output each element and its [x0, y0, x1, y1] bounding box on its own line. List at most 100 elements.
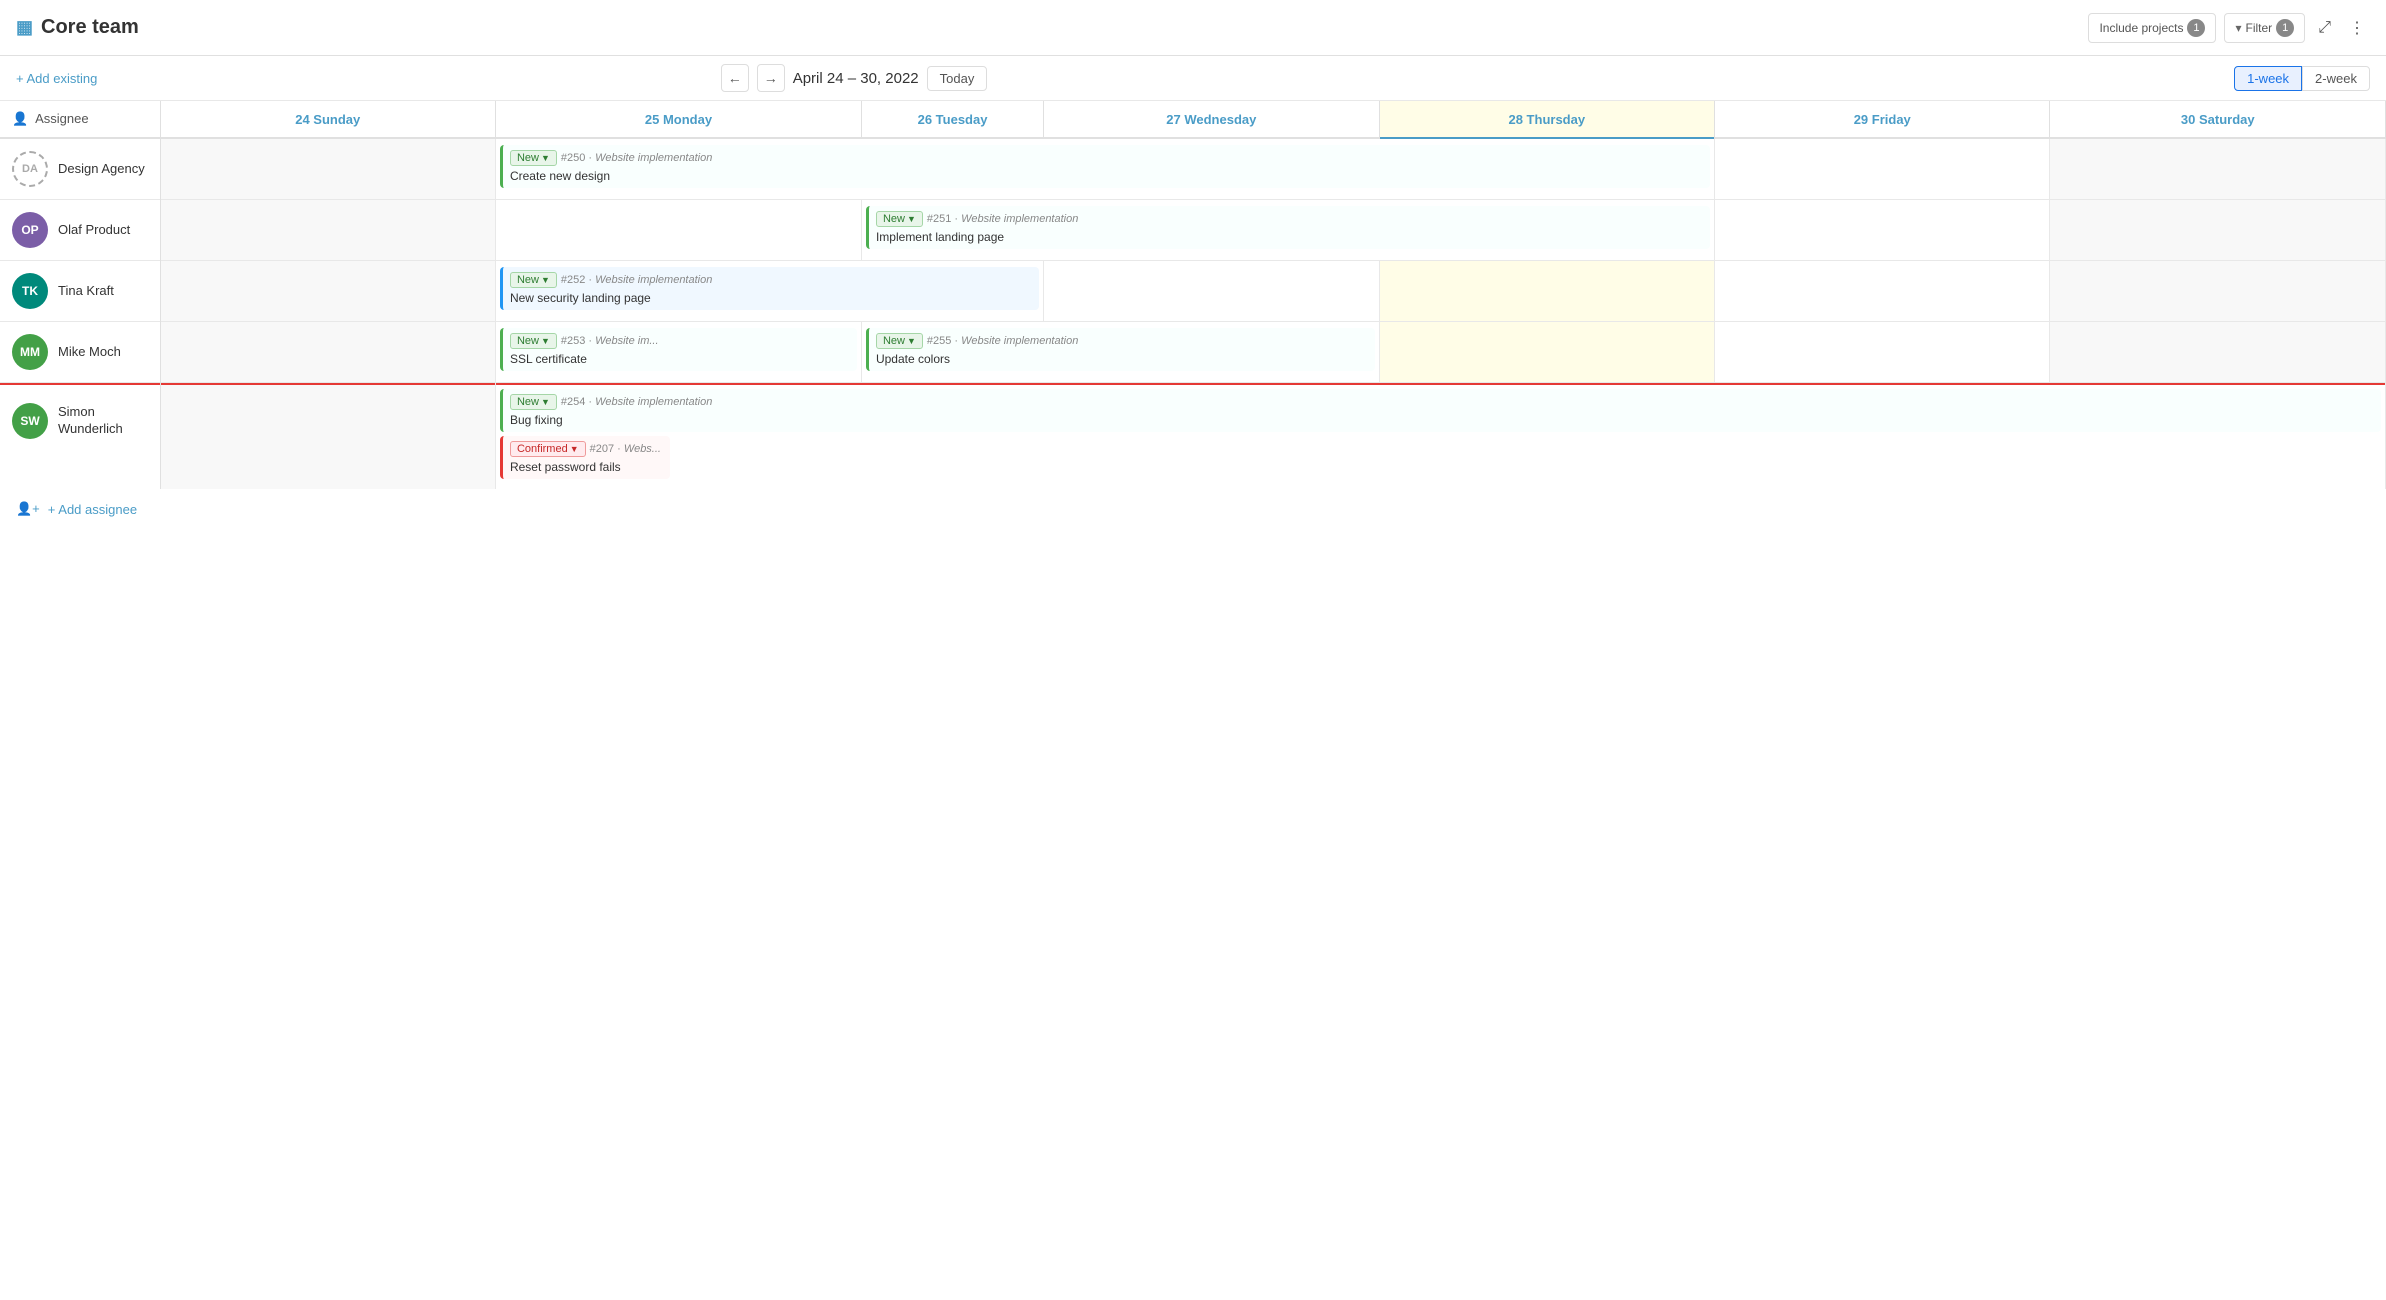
today-label: Today	[940, 71, 975, 86]
col-header-fri29: 29 Friday	[1715, 101, 2050, 138]
add-existing-label: + Add existing	[16, 71, 97, 86]
assignee-row-tk: TK Tina Kraft New ▼ #252 ·	[0, 261, 2386, 322]
avatar-sw: SW	[12, 403, 48, 439]
col-header-sun24: 24 Sunday	[160, 101, 495, 138]
avatar-op: OP	[12, 212, 48, 248]
cell-op-mon25[interactable]	[495, 200, 861, 261]
status-badge-207[interactable]: Confirmed ▼	[510, 441, 586, 457]
status-arrow-255: ▼	[907, 336, 916, 346]
cell-tk-sat30[interactable]	[2050, 261, 2386, 322]
include-projects-button[interactable]: Include projects 1	[2088, 13, 2216, 43]
task-card-251[interactable]: New ▼ #251 · Website implementation Impl…	[866, 206, 1710, 249]
status-badge-255[interactable]: New ▼	[876, 333, 923, 349]
col-header-sat30: 30 Saturday	[2050, 101, 2386, 138]
cell-op-sun24[interactable]	[160, 200, 495, 261]
2-week-view-button[interactable]: 2-week	[2302, 66, 2370, 91]
task-meta-253: #253 · Website im...	[561, 335, 659, 347]
task-card-255[interactable]: New ▼ #255 · Website implementation Upda…	[866, 328, 1375, 371]
prev-arrow-icon: ←	[728, 70, 742, 86]
cell-da-fri29[interactable]	[1715, 138, 2050, 200]
date-range-label: April 24 – 30, 2022	[793, 70, 919, 87]
task-header-251: New ▼ #251 · Website implementation	[876, 211, 1703, 227]
add-assignee-icon: 👤+	[16, 501, 40, 517]
assignee-name-da: Design Agency	[58, 161, 145, 178]
cell-sw-mon25[interactable]: New ▼ #254 · Website implementation Bug …	[495, 383, 2385, 490]
status-arrow-252: ▼	[541, 275, 550, 285]
cell-mm-mon25[interactable]: New ▼ #253 · Website im... SSL certifica…	[495, 322, 861, 383]
header-actions: Include projects 1 ▾ Filter 1 ⤢ ⋮	[2088, 13, 2370, 43]
task-meta-254: #254 · Website implementation	[561, 396, 712, 408]
task-card-250[interactable]: New ▼ #250 · Website implementation Crea…	[500, 145, 1710, 188]
task-header-207: Confirmed ▼ #207 · Webs...	[510, 441, 663, 457]
task-header-253: New ▼ #253 · Website im...	[510, 333, 850, 349]
date-navigation: ← → April 24 – 30, 2022 Today	[721, 64, 988, 92]
task-title-207: Reset password fails	[510, 460, 663, 474]
task-title-250: Create new design	[510, 169, 1703, 183]
overdue-bar-sun	[161, 383, 495, 385]
board-icon: ▦	[16, 17, 33, 38]
task-card-253[interactable]: New ▼ #253 · Website im... SSL certifica…	[500, 328, 857, 371]
cell-tk-mon25[interactable]: New ▼ #252 · Website implementation New …	[495, 261, 1043, 322]
app-container: ▦ Core team Include projects 1 ▾ Filter …	[0, 0, 2386, 529]
assignee-info-op: OP Olaf Product	[12, 212, 148, 248]
cell-tk-thu28[interactable]	[1379, 261, 1714, 322]
assignee-info-da: DA Design Agency	[12, 151, 148, 187]
cell-mm-tue26[interactable]: New ▼ #255 · Website implementation Upda…	[861, 322, 1379, 383]
status-badge-253[interactable]: New ▼	[510, 333, 557, 349]
filter-label: Filter	[2246, 21, 2273, 35]
add-assignee-button[interactable]: 👤+ + Add assignee	[0, 489, 153, 529]
cell-tk-wed27[interactable]	[1044, 261, 1379, 322]
expand-button[interactable]: ⤢	[2313, 14, 2336, 42]
add-existing-button[interactable]: + Add existing	[16, 71, 97, 86]
calendar-table: 👤 Assignee 24 Sunday 25 Monday 26 Tuesda…	[0, 101, 2386, 489]
assignee-cell-mm: MM Mike Moch	[0, 322, 160, 383]
cell-tk-sun24[interactable]	[160, 261, 495, 322]
header-title-area: ▦ Core team	[16, 16, 2088, 39]
assignee-cell-op: OP Olaf Product	[0, 200, 160, 261]
assignee-row-da: DA Design Agency New ▼ #25	[0, 138, 2386, 200]
task-title-251: Implement landing page	[876, 230, 1703, 244]
1-week-view-button[interactable]: 1-week	[2234, 66, 2302, 91]
more-options-button[interactable]: ⋮	[2344, 13, 2370, 43]
next-arrow-icon: →	[764, 70, 778, 86]
cell-mm-sat30[interactable]	[2050, 322, 2386, 383]
cell-mm-thu28[interactable]	[1379, 322, 1714, 383]
assignee-name-tk: Tina Kraft	[58, 283, 114, 300]
today-button[interactable]: Today	[927, 66, 988, 91]
status-badge-254[interactable]: New ▼	[510, 394, 557, 410]
task-card-254[interactable]: New ▼ #254 · Website implementation Bug …	[500, 389, 2381, 432]
next-week-button[interactable]: →	[757, 64, 785, 92]
status-badge-252[interactable]: New ▼	[510, 272, 557, 288]
cell-da-mon25[interactable]: New ▼ #250 · Website implementation Crea…	[495, 138, 1714, 200]
task-card-207[interactable]: Confirmed ▼ #207 · Webs... Reset passwor…	[500, 436, 670, 479]
cell-op-tue26[interactable]: New ▼ #251 · Website implementation Impl…	[861, 200, 1714, 261]
status-arrow-251: ▼	[907, 214, 916, 224]
cell-tk-fri29[interactable]	[1715, 261, 2050, 322]
prev-week-button[interactable]: ←	[721, 64, 749, 92]
cell-sw-sun24[interactable]	[160, 383, 495, 490]
task-meta-207: #207 · Webs...	[590, 443, 661, 455]
cell-op-fri29[interactable]	[1715, 200, 2050, 261]
header: ▦ Core team Include projects 1 ▾ Filter …	[0, 0, 2386, 56]
view-switcher: 1-week 2-week	[2234, 66, 2370, 91]
status-badge-251[interactable]: New ▼	[876, 211, 923, 227]
cell-mm-fri29[interactable]	[1715, 322, 2050, 383]
include-projects-badge: 1	[2187, 19, 2205, 37]
avatar-da: DA	[12, 151, 48, 187]
filter-icon: ▾	[2235, 21, 2241, 35]
task-header-255: New ▼ #255 · Website implementation	[876, 333, 1368, 349]
assignee-row-sw: SW Simon Wunderlich New	[0, 383, 2386, 490]
cell-da-sat30[interactable]	[2050, 138, 2386, 200]
cell-mm-sun24[interactable]	[160, 322, 495, 383]
task-meta-251: #251 · Website implementation	[927, 213, 1078, 225]
task-card-252[interactable]: New ▼ #252 · Website implementation New …	[500, 267, 1039, 310]
status-badge-250[interactable]: New ▼	[510, 150, 557, 166]
task-title-253: SSL certificate	[510, 352, 850, 366]
filter-button[interactable]: ▾ Filter 1	[2224, 13, 2305, 43]
assignee-name-op: Olaf Product	[58, 222, 130, 239]
cell-da-sun24[interactable]	[160, 138, 495, 200]
avatar-mm: MM	[12, 334, 48, 370]
overdue-bar-span	[496, 383, 2385, 385]
col-header-thu28: 28 Thursday	[1379, 101, 1714, 138]
cell-op-sat30[interactable]	[2050, 200, 2386, 261]
